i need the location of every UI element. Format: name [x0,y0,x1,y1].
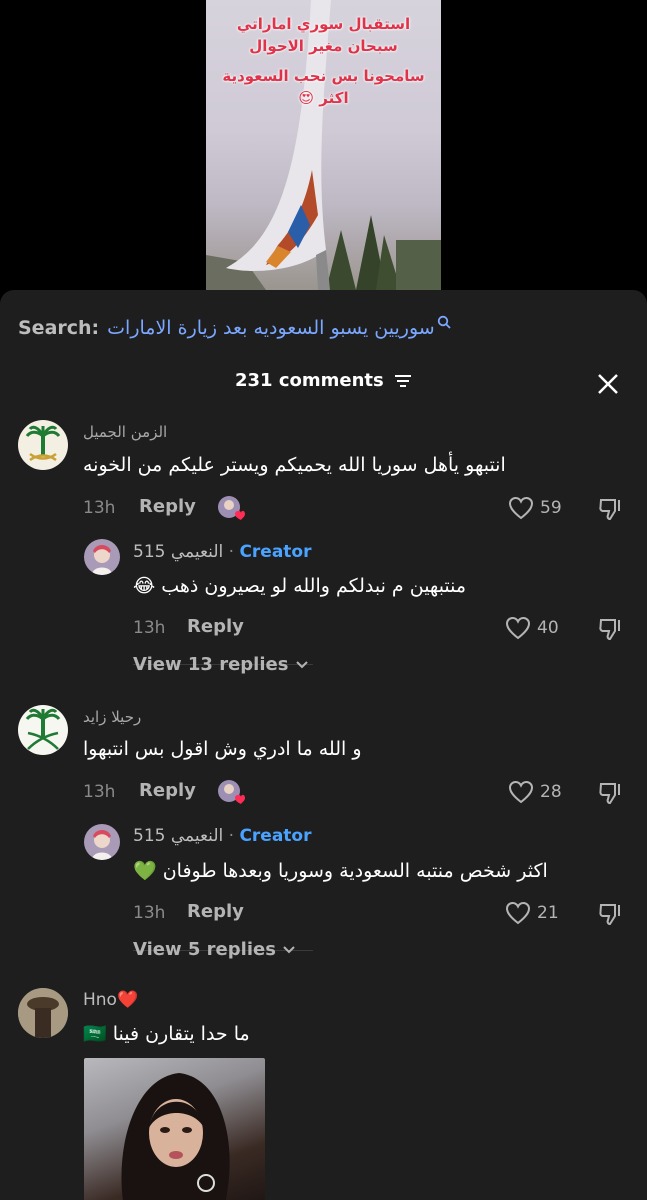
comment-text: انتبهو يأهل سوريا الله يحميكم ويستر عليك… [83,454,506,476]
reply-button[interactable]: Reply [187,901,244,922]
avatar[interactable] [18,420,68,470]
reply-time: 13h [133,618,166,638]
like-button[interactable]: 28 [508,780,562,804]
avatar[interactable] [18,988,68,1038]
comment-username[interactable]: رحيلا زايد [83,708,141,726]
reply-username-text: النعيمي 515 [133,826,224,846]
reply-text: اكثر شخص منتبه السعودية وسوريا وبعدها طو… [133,860,548,882]
overlay-line-1: استقبال سوري اماراتي [236,15,411,33]
heart-outline-icon [505,616,531,640]
reply-username[interactable]: النعيمي 515 · Creator [133,826,312,846]
palm-emblem-icon [25,425,61,462]
chevron-down-icon [296,661,308,669]
dislike-icon[interactable] [598,901,624,927]
comment-username[interactable]: الزمن الجميل [83,423,167,441]
close-icon[interactable] [596,372,620,396]
like-button[interactable]: 40 [505,616,559,640]
comment-text: و الله ما ادري وش اقول بس انتبهوا [83,738,362,760]
comment-username[interactable]: Hno❤️ [83,990,138,1010]
comment-time: 13h [83,498,116,518]
reply-username[interactable]: النعيمي 515 · Creator [133,542,312,562]
comments-count: 231 comments [234,370,384,391]
reply-text: منتبهين م نبدلكم والله لو يصيرون ذهب 😂 [133,575,467,597]
dislike-icon[interactable] [598,616,624,642]
comment-time: 13h [83,782,116,802]
avatar-image [92,545,112,575]
reply-time: 13h [133,903,166,923]
overlay-line-3: سامحونا بس نحب السعودية [222,67,425,85]
creator-liked-icon [218,780,245,804]
dislike-icon[interactable] [598,496,624,522]
view-replies-button[interactable]: View 5 replies [133,939,296,960]
creator-badge: Creator [239,826,312,846]
comments-header: 231 comments [0,370,647,391]
sticker-image [121,1073,230,1200]
comments-sheet: Search: سوريين يسبو السعوديه بعد زيارة ا… [0,290,647,1200]
reply-username-text: النعيمي 515 [133,542,224,562]
palm-swords-emblem-icon [25,708,61,750]
search-icon [437,315,451,329]
heart-outline-icon [508,496,534,520]
search-query[interactable]: سوريين يسبو السعوديه بعد زيارة الامارات [107,317,435,339]
overlay-line-2: سبحان مغير الاحوال [249,37,398,55]
avatar-image [18,988,68,1038]
chevron-down-icon [283,946,295,954]
avatar[interactable] [18,705,68,755]
like-count: 59 [540,498,562,518]
heart-outline-icon [505,901,531,925]
video-thumbnail: استقبال سوري اماراتي سبحان مغير الاحوال … [206,0,441,290]
view-replies-button[interactable]: View 13 replies [133,654,309,675]
creator-avatar[interactable] [84,824,120,860]
avatar-image [92,830,112,860]
like-count: 28 [540,782,562,802]
reply-button[interactable]: Reply [139,780,196,801]
reply-button[interactable]: Reply [139,496,196,517]
overlay-line-4: اكثر 😍 [298,89,349,107]
comment-text: ما حدا يتقارن فينا 🇸🇦 [83,1023,250,1045]
sort-filter-icon[interactable] [394,374,412,388]
like-count: 21 [537,903,559,923]
like-count: 40 [537,618,559,638]
search-label: Search: [18,317,100,339]
video-player[interactable]: استقبال سوري اماراتي سبحان مغير الاحوال … [0,0,647,300]
creator-liked-icon [218,496,245,520]
view-replies-label: View 5 replies [133,939,276,960]
heart-outline-icon [508,780,534,804]
creator-avatar[interactable] [84,539,120,575]
like-button[interactable]: 59 [508,496,562,520]
reply-button[interactable]: Reply [187,616,244,637]
creator-badge: Creator [239,542,312,562]
comment-attached-image[interactable] [84,1058,265,1200]
dislike-icon[interactable] [598,780,624,806]
search-suggestion[interactable]: Search: سوريين يسبو السعوديه بعد زيارة ا… [18,314,451,342]
view-replies-label: View 13 replies [133,654,289,675]
like-button[interactable]: 21 [505,901,559,925]
